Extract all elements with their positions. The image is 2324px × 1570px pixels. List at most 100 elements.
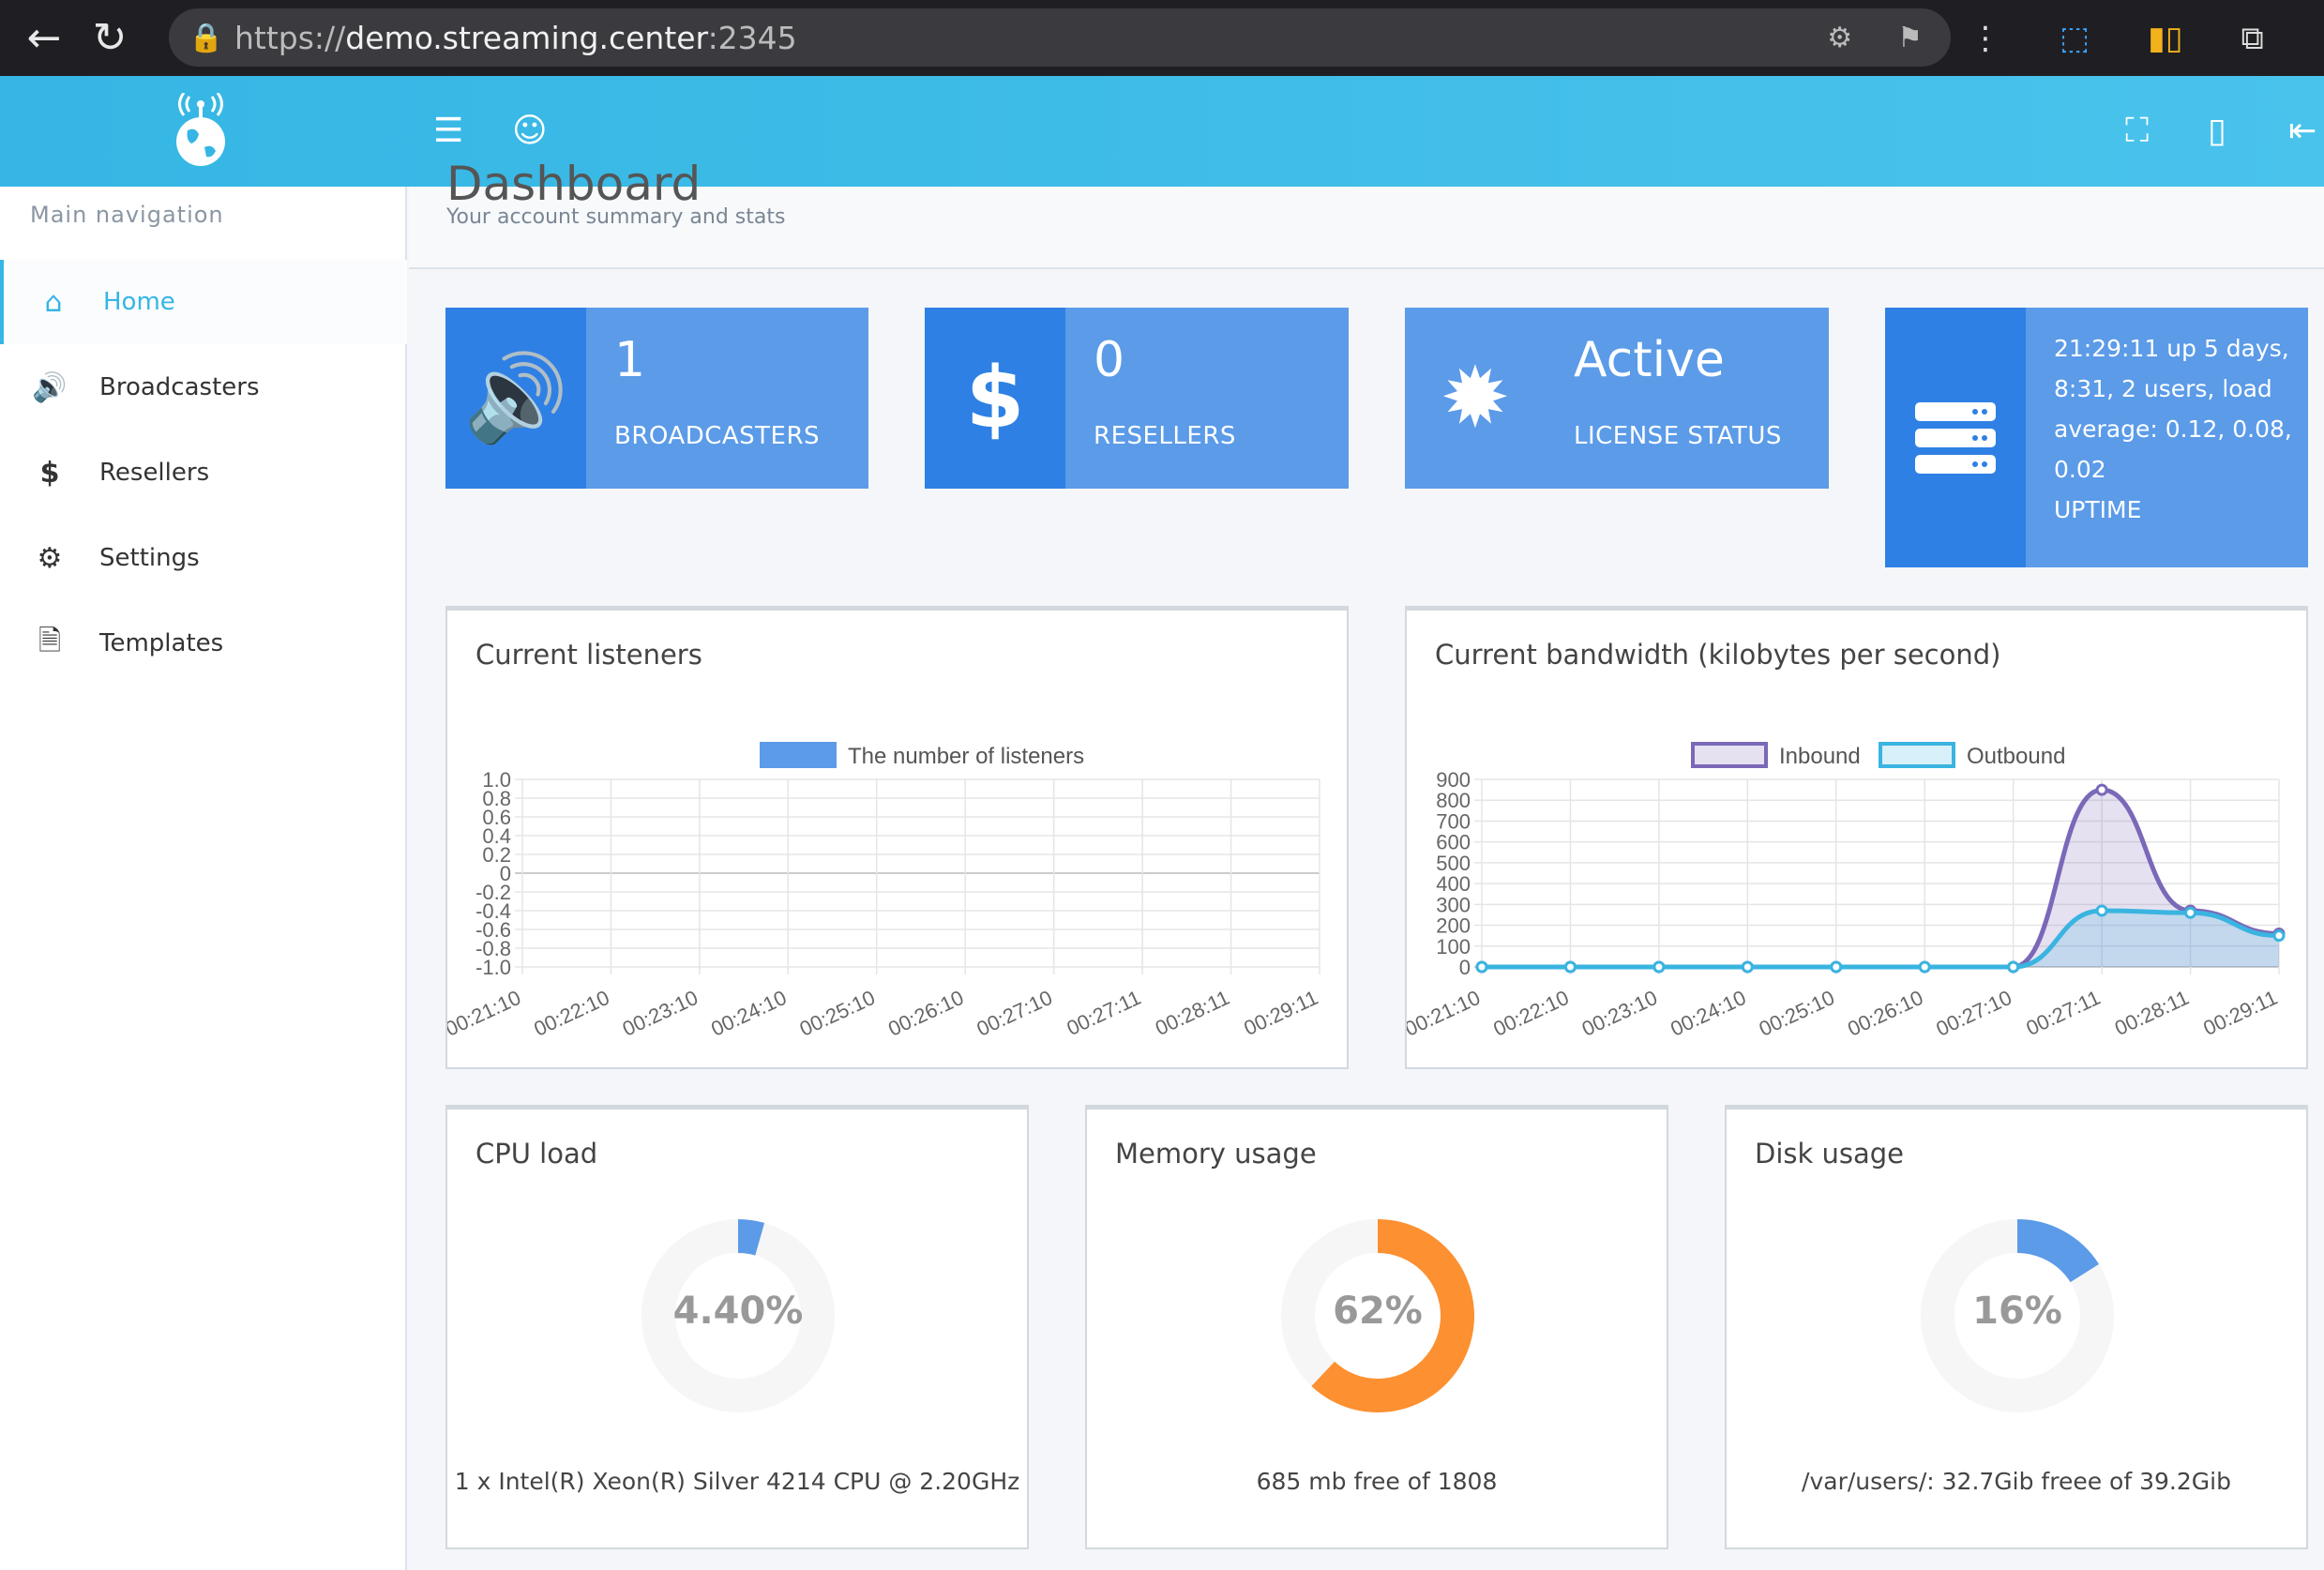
x-tick-label: 00:27:11 bbox=[2023, 986, 2105, 1040]
content-header: Dashboard Your account summary and stats bbox=[409, 157, 2324, 269]
sidebar-item-label: Home bbox=[103, 288, 175, 316]
gears-icon: ⚙ bbox=[37, 541, 63, 575]
dollar-icon: $ bbox=[925, 308, 1065, 489]
legend-label: Inbound bbox=[1779, 744, 1861, 769]
panel-toggle-icon[interactable]: ▯ bbox=[2208, 112, 2226, 150]
page-title: Dashboard bbox=[446, 157, 702, 211]
broadcasters-label: BROADCASTERS bbox=[614, 422, 821, 450]
x-tick-label: 00:21:10 bbox=[1407, 986, 1484, 1041]
lock-icon: 🔒 bbox=[189, 21, 224, 54]
resellers-count: 0 bbox=[1094, 332, 1125, 388]
sidebar-item-resellers[interactable]: $ Resellers bbox=[0, 430, 407, 515]
disk-footer: /var/users/: 32.7Gib freee of 39.2Gib bbox=[1802, 1468, 2231, 1495]
cpu-card: CPU load 4.40% 1 x Intel(R) Xeon(R) Silv… bbox=[445, 1105, 1029, 1549]
x-tick-label: 00:24:10 bbox=[707, 986, 790, 1041]
bookmark-icon[interactable]: ⚑ bbox=[1897, 22, 1923, 54]
file-icon: 🗎 bbox=[38, 624, 62, 657]
data-point bbox=[1563, 960, 1577, 974]
sidebar-item-settings[interactable]: ⚙ Settings bbox=[0, 516, 407, 600]
translate-icon[interactable]: ⚙ bbox=[1827, 22, 1852, 54]
memory-footer: 685 mb free of 1808 bbox=[1256, 1468, 1498, 1495]
data-point bbox=[1475, 960, 1488, 974]
broadcasters-count: 1 bbox=[614, 332, 646, 388]
x-tick-label: 00:23:10 bbox=[1578, 986, 1661, 1041]
x-tick-label: 00:29:11 bbox=[2199, 986, 2281, 1040]
sidebar-item-label: Templates bbox=[99, 629, 224, 657]
cpu-footer: 1 x Intel(R) Xeon(R) Silver 4214 CPU @ 2… bbox=[454, 1468, 1020, 1495]
streaming-globe-logo-icon[interactable] bbox=[171, 93, 231, 170]
speaker-icon: 🔊 bbox=[445, 308, 586, 489]
data-point bbox=[2007, 960, 2020, 974]
sidebar: Main navigation ⌂ Home 🔊 Broadcasters $ … bbox=[0, 187, 407, 1570]
uptime-label: UPTIME bbox=[2054, 496, 2142, 523]
series-area bbox=[1482, 911, 2279, 967]
x-tick-label: 00:21:10 bbox=[447, 986, 524, 1041]
x-tick-label: 00:26:10 bbox=[1844, 986, 1926, 1041]
hamburger-menu-icon[interactable]: ☰ bbox=[433, 112, 463, 150]
sidebar-item-label: Resellers bbox=[99, 459, 210, 487]
data-point bbox=[2184, 906, 2197, 919]
x-tick-label: 00:25:10 bbox=[796, 986, 879, 1041]
data-point bbox=[2095, 783, 2108, 796]
x-tick-label: 00:27:11 bbox=[1064, 986, 1145, 1040]
resellers-stat-box[interactable]: $ 0 RESELLERS bbox=[925, 308, 1349, 489]
reload-icon[interactable]: ↻ bbox=[77, 0, 143, 76]
license-status-label: LICENSE STATUS bbox=[1574, 422, 1782, 450]
menu-dots-icon[interactable]: ⋮ bbox=[1969, 20, 2001, 57]
sidebar-item-templates[interactable]: 🗎 Templates bbox=[0, 601, 407, 686]
sidebar-item-label: Broadcasters bbox=[99, 373, 260, 401]
screenshot-select-icon[interactable]: ⬚ bbox=[2060, 20, 2090, 57]
data-point bbox=[2095, 904, 2108, 917]
uptime-stat-box[interactable]: 21:29:11 up 5 days, 8:31, 2 users, load … bbox=[1885, 308, 2308, 567]
url-text[interactable]: https://demo.streaming.center:2345 bbox=[234, 20, 797, 56]
x-tick-label: 00:27:10 bbox=[1933, 986, 2015, 1041]
user-icon[interactable]: ☺ bbox=[512, 112, 548, 150]
x-tick-label: 00:23:10 bbox=[619, 986, 702, 1041]
sidebar-item-home[interactable]: ⌂ Home bbox=[0, 260, 407, 344]
logout-icon[interactable]: ⇤ bbox=[2288, 112, 2316, 150]
cpu-value: 4.40% bbox=[672, 1290, 804, 1333]
data-point bbox=[2272, 929, 2286, 943]
listeners-chart: 1.00.80.60.40.20-0.2-0.4-0.6-0.8-1.000:2… bbox=[447, 742, 1321, 1041]
data-point bbox=[1741, 960, 1754, 974]
page-subtitle: Your account summary and stats bbox=[446, 205, 786, 229]
dollar-icon: $ bbox=[39, 456, 60, 490]
x-tick-label: 00:27:10 bbox=[973, 986, 1056, 1041]
x-tick-label: 00:26:10 bbox=[884, 986, 967, 1041]
battery-icon[interactable]: ▮▯ bbox=[2148, 20, 2182, 57]
uptime-line: 8:31, 2 users, load bbox=[2054, 375, 2272, 402]
data-point bbox=[1830, 960, 1843, 974]
x-tick-label: 00:22:10 bbox=[1489, 986, 1572, 1041]
sidebar-item-broadcasters[interactable]: 🔊 Broadcasters bbox=[0, 345, 407, 430]
x-tick-label: 00:28:11 bbox=[1152, 986, 1233, 1040]
memory-value: 62% bbox=[1333, 1290, 1423, 1333]
legend-swatch bbox=[1879, 742, 1955, 768]
disk-value: 16% bbox=[1972, 1290, 2062, 1333]
sidebar-item-label: Settings bbox=[99, 544, 200, 572]
back-arrow-icon[interactable]: ← bbox=[11, 0, 77, 76]
bandwidth-chart: 900800700600500400300200100000:21:10 00:2… bbox=[1407, 742, 2286, 1041]
license-stat-box[interactable]: ✹ Active LICENSE STATUS bbox=[1405, 308, 1829, 489]
memory-card: Memory usage 62% 685 mb free of 1808 bbox=[1085, 1105, 1668, 1549]
x-tick-label: 00:29:11 bbox=[1240, 986, 1321, 1040]
legend-label: The number of listeners bbox=[848, 744, 1084, 769]
certificate-badge-icon: ✹ bbox=[1405, 308, 1546, 489]
server-icon bbox=[1885, 308, 2026, 567]
listeners-card: Current listeners 1.0 0.8 0.6 0.4 0.2 0 -0.2 -0… bbox=[445, 606, 1349, 1069]
resellers-label: RESELLERS bbox=[1094, 422, 1236, 450]
address-bar[interactable]: 🔒 https://demo.streaming.center:2345 ⚙ ⚑ bbox=[169, 8, 1951, 67]
x-tick-label: 00:25:10 bbox=[1756, 986, 1838, 1041]
uptime-line: 21:29:11 up 5 days, bbox=[2054, 335, 2289, 362]
app-header: ☰ ☺ ⛶ ▯ ⇤ bbox=[0, 76, 2324, 187]
broadcasters-stat-box[interactable]: 🔊 1 BROADCASTERS bbox=[445, 308, 868, 489]
tab-manager-icon[interactable]: ⧉ bbox=[2241, 20, 2264, 57]
legend-swatch bbox=[1691, 742, 1768, 768]
legend-swatch bbox=[760, 742, 837, 768]
uptime-line: 0.02 bbox=[2054, 456, 2106, 483]
data-point bbox=[1652, 960, 1666, 974]
browser-toolbar: ← ↻ 🔒 https://demo.streaming.center:2345… bbox=[0, 0, 2324, 76]
sidebar-title: Main navigation bbox=[30, 202, 224, 228]
fullscreen-icon[interactable]: ⛶ bbox=[2125, 112, 2149, 151]
y-tick-label: -1.0 bbox=[475, 956, 511, 979]
uptime-line: average: 0.12, 0.08, bbox=[2054, 415, 2292, 443]
